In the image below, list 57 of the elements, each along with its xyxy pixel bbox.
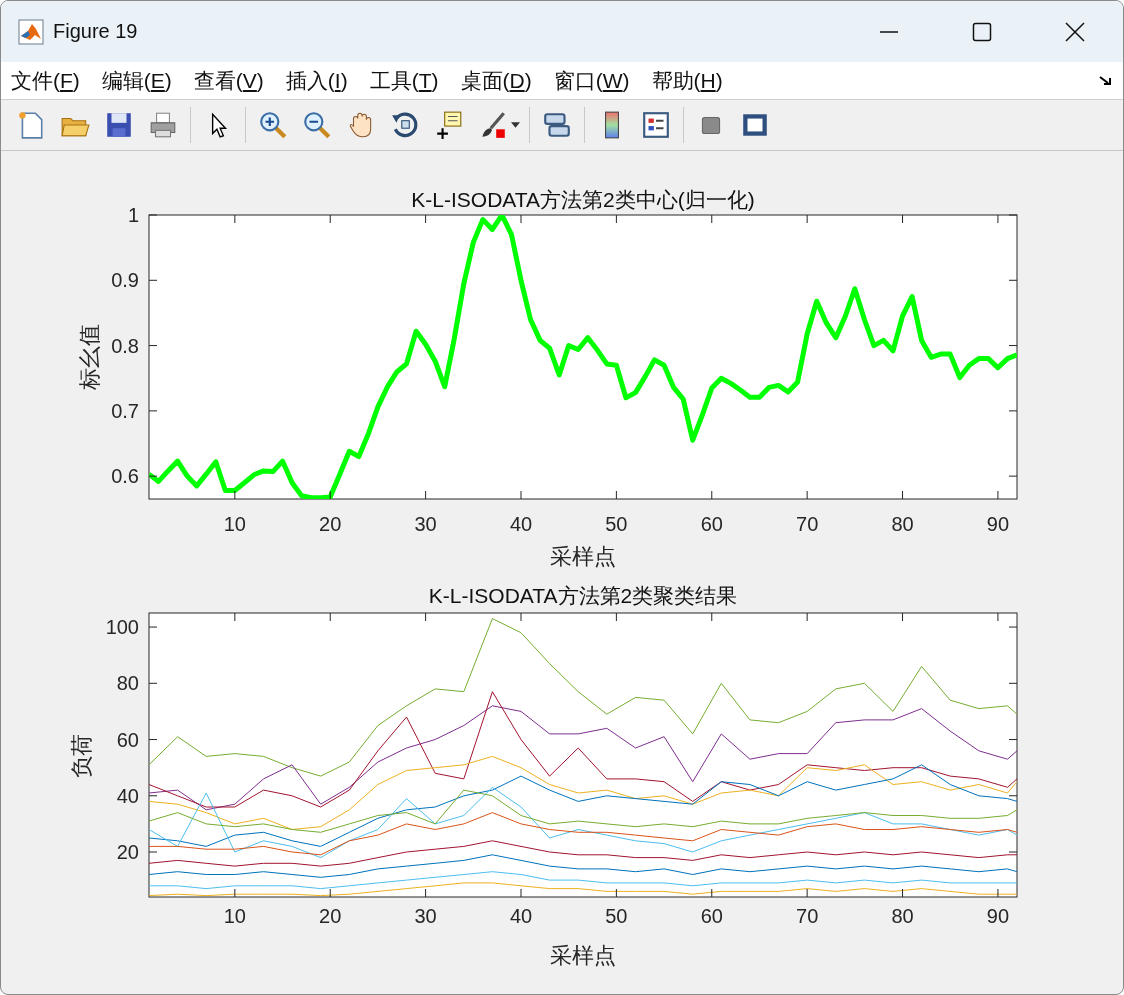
tick-label: 50 [605, 905, 628, 927]
app-logo-icon [18, 18, 44, 45]
tick-label: 90 [986, 905, 1010, 927]
tick-label: 30 [414, 905, 437, 927]
tick-label: 30 [414, 513, 437, 535]
tick-label: 0.7 [111, 399, 139, 422]
dock-arrow-icon[interactable] [1099, 74, 1113, 87]
tick-label: 20 [319, 513, 342, 535]
tick-label: 90 [986, 513, 1010, 535]
caret-icon[interactable] [511, 121, 520, 129]
axis-label: 标幺值 [77, 324, 102, 390]
tick-label: 80 [891, 905, 914, 927]
tick-label: 60 [116, 728, 139, 751]
tick-label: 1 [127, 204, 139, 226]
tick-label: 80 [116, 672, 139, 695]
axis-label: 负荷 [69, 734, 94, 778]
tick-label: 0.8 [111, 334, 139, 357]
tick-label: 80 [891, 513, 914, 535]
zoom-in-icon[interactable] [258, 110, 288, 140]
tick-label: 20 [116, 841, 139, 863]
tick-label: 40 [116, 784, 139, 807]
tick-label: 60 [700, 905, 723, 927]
legend-icon[interactable] [641, 110, 671, 140]
tick-label: 60 [700, 513, 723, 535]
maximize-icon[interactable] [972, 21, 992, 42]
tick-label: 40 [509, 905, 533, 927]
chart-title: K-L-ISODATA方法第2类中心(归一化) [411, 188, 755, 211]
window-title: Figure 19 [53, 20, 138, 43]
save-icon[interactable] [104, 110, 134, 140]
axis-label: 采样点 [550, 544, 616, 569]
menu-item[interactable]: 编辑(E) [101, 66, 172, 95]
tick-label: 0.6 [111, 465, 139, 488]
data-cursor-icon[interactable] [434, 110, 464, 140]
menu-item[interactable]: 查看(V) [193, 66, 264, 95]
axis-label: 采样点 [550, 943, 616, 968]
menu-item[interactable]: 插入(I) [285, 66, 348, 95]
zoom-out-icon[interactable] [302, 110, 332, 140]
print-icon[interactable] [148, 110, 178, 140]
tick-label: 20 [319, 905, 342, 927]
tick-label: 10 [223, 905, 246, 927]
tick-label: 70 [796, 513, 819, 535]
menu-item[interactable]: 帮助(H) [651, 66, 723, 95]
tick-label: 0.9 [111, 269, 139, 292]
tick-label: 100 [105, 616, 139, 639]
tick-label: 40 [509, 513, 533, 535]
tick-label: 70 [796, 905, 819, 927]
menu-item[interactable]: 桌面(D) [460, 66, 532, 95]
link-icon[interactable] [542, 110, 572, 140]
rotate-icon[interactable] [390, 110, 420, 140]
tick-label: 10 [223, 513, 246, 535]
close-icon[interactable] [1065, 21, 1085, 42]
chart-title: K-L-ISODATA方法第2类聚类结果 [428, 584, 738, 607]
menu-item[interactable]: 窗口(W) [553, 66, 630, 95]
tick-label: 50 [605, 513, 628, 535]
menu-item[interactable]: 文件(F) [11, 66, 80, 95]
new-file-icon[interactable] [16, 110, 46, 140]
menu-item[interactable]: 工具(T) [369, 66, 439, 95]
